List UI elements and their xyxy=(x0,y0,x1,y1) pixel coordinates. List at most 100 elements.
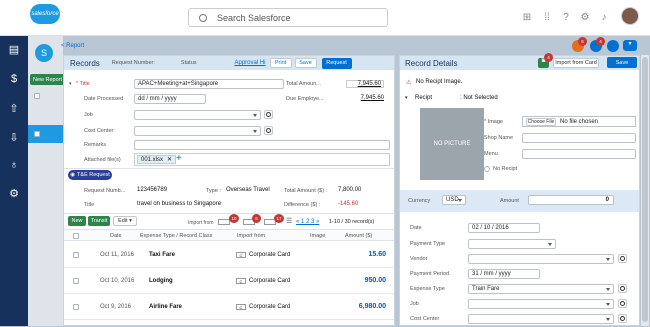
amount-field[interactable]: 0 xyxy=(528,195,614,205)
choose-file-button[interactable]: Choose File xyxy=(526,117,556,126)
settings-icon[interactable]: ⚙ xyxy=(6,186,22,200)
due-employee-value: 7,945.60 xyxy=(360,95,384,101)
remove-file-icon[interactable]: ✕ xyxy=(167,156,172,163)
search-icon xyxy=(199,13,207,22)
shop-name-field[interactable] xyxy=(522,133,636,143)
receipt-collapse-icon[interactable]: ▾ xyxy=(405,95,408,101)
table-row[interactable]: Oct 9, 2016 Airline Fare C Corporate Card… xyxy=(64,294,394,320)
left-nav: ☰ ▤ $ ⇧ ⇩ ♁ ⚙ xyxy=(0,0,28,326)
import-from-card-button[interactable]: Import from Card xyxy=(553,58,599,68)
cost-center-select[interactable] xyxy=(134,126,261,136)
avatar[interactable] xyxy=(621,7,639,25)
table-row[interactable]: Oct 10, 2016 Lodging C Corporate Card 950… xyxy=(64,268,394,294)
new-record-button[interactable]: New xyxy=(68,216,86,226)
import-source: C Corporate Card xyxy=(236,304,290,310)
row-checkbox[interactable] xyxy=(73,252,79,258)
te-request-badge: ◉ T&E Request xyxy=(68,170,112,180)
currency-select[interactable]: USD xyxy=(442,195,466,205)
image-label: * Image xyxy=(484,119,503,125)
vendor-lookup-icon[interactable] xyxy=(618,254,627,263)
remarks-field[interactable] xyxy=(134,140,390,150)
details-save-button[interactable]: Save xyxy=(607,57,637,68)
new-report-button[interactable]: New Report xyxy=(30,74,66,85)
global-header: salesforce Search Salesforce ⊞ ⁞⁞ ? ⚙ ♪ xyxy=(0,0,650,36)
type-value: Overseas Travel xyxy=(226,187,270,193)
setup-gear-icon[interactable]: ⚙ xyxy=(579,11,591,23)
date-processed-field[interactable]: dd / mm / yyyy xyxy=(134,94,206,104)
save-button[interactable]: Save xyxy=(294,58,317,68)
details-cost-center-lookup-icon[interactable] xyxy=(618,314,627,323)
money-bag-icon[interactable]: ♁ xyxy=(6,158,22,172)
add-icon[interactable]: ⊞ xyxy=(521,11,533,23)
difference-value: -145.60 xyxy=(338,201,359,207)
divider xyxy=(64,168,394,169)
details-job-select[interactable] xyxy=(468,299,614,309)
expense-type-lookup-icon[interactable] xyxy=(618,284,627,293)
collapse-icon[interactable]: ▾ xyxy=(69,81,72,87)
request-number-value: 123456789 xyxy=(137,187,168,193)
table-row[interactable]: Oct 11, 2016 Taxi Fare C Corporate Card 1… xyxy=(64,242,394,268)
job-select[interactable] xyxy=(134,110,261,120)
pagination[interactable]: « 1 2 3 » xyxy=(296,219,319,225)
records-title: Records xyxy=(70,58,100,68)
job-lookup-icon[interactable] xyxy=(264,110,273,119)
te-icon: ◉ xyxy=(70,172,76,178)
records-panel: Records Request Number: Status Approval … xyxy=(63,55,395,326)
transit-button[interactable]: Transit xyxy=(88,216,110,226)
title2-value: travel on business to Singapore xyxy=(137,201,222,207)
user-icon[interactable] xyxy=(607,40,619,52)
more-dropdown-icon[interactable]: ▾ xyxy=(623,40,637,51)
expense-type-select[interactable]: Train Fare xyxy=(468,284,614,294)
back-to-report-link[interactable]: < Report xyxy=(61,43,84,49)
no-receipt-checkbox[interactable] xyxy=(484,166,490,172)
details-cost-center-select[interactable] xyxy=(468,314,614,324)
bg-checkbox[interactable] xyxy=(34,93,40,99)
home-icon[interactable]: ▤ xyxy=(6,42,22,56)
row-checkbox[interactable] xyxy=(73,304,79,310)
vendor-select[interactable] xyxy=(468,254,614,264)
request-button[interactable]: Request xyxy=(321,57,352,69)
divider-2 xyxy=(64,213,394,214)
edit-dropdown[interactable]: Edit ▾ xyxy=(113,216,137,226)
list-view-icon[interactable]: ☰ xyxy=(286,217,292,225)
alert-badge: 6 xyxy=(578,37,587,46)
import-card-icon[interactable] xyxy=(218,219,230,225)
payment-period-field[interactable]: 31 / mm / yyyy xyxy=(468,269,540,279)
total-amount-value: 7,945.60 xyxy=(346,80,384,88)
record-range: 1-10 / 30 record(s) xyxy=(329,219,375,225)
date-field[interactable]: 02 / 10 / 2016 xyxy=(468,223,540,233)
receipt-status: : Not Selected xyxy=(460,95,498,101)
payment-type-select[interactable] xyxy=(468,239,556,249)
card-icon: C xyxy=(236,252,246,258)
print-button[interactable]: Print xyxy=(269,58,292,68)
upload-icon[interactable]: ⇧ xyxy=(6,101,22,115)
search-input[interactable]: Search Salesforce xyxy=(188,8,388,27)
app-launcher-icon[interactable]: ⁞⁞ xyxy=(541,11,553,23)
warning-icon: ⚠ xyxy=(406,80,412,86)
add-file-icon[interactable]: + xyxy=(176,153,182,164)
details-job-lookup-icon[interactable] xyxy=(618,299,627,308)
approval-history-link[interactable]: Approval Hi xyxy=(235,60,266,66)
salesforce-logo: salesforce xyxy=(30,4,60,24)
app-icon: S xyxy=(35,44,53,62)
menu-field[interactable] xyxy=(522,149,636,159)
title-field[interactable]: APAC+Meeting+at+Singapore xyxy=(134,79,284,89)
image-file-input[interactable]: Choose File No file chosen xyxy=(522,116,636,127)
scrollbar[interactable] xyxy=(641,55,649,326)
card-icon: C xyxy=(236,304,246,310)
cost-center-lookup-icon[interactable] xyxy=(264,126,273,135)
details-title: Record Details xyxy=(405,59,458,68)
notification-bell-icon[interactable]: ♪ xyxy=(598,11,610,23)
download-icon[interactable]: ⇩ xyxy=(6,130,22,144)
import-source: C Corporate Card xyxy=(236,252,290,258)
select-all-checkbox[interactable] xyxy=(73,233,79,239)
dollar-icon[interactable]: $ xyxy=(6,72,22,86)
camera-badge: 4 xyxy=(544,53,553,62)
help-icon[interactable]: ? xyxy=(560,11,572,23)
bg-row-checkbox[interactable] xyxy=(34,131,40,137)
attached-file-chip[interactable]: 001.xlsx ✕ xyxy=(137,155,177,164)
import-source: C Corporate Card xyxy=(236,278,290,284)
import-card-badge: 10 xyxy=(229,214,239,223)
table-header: Date Expense Type / Record Class Import … xyxy=(64,229,394,241)
row-checkbox[interactable] xyxy=(73,278,79,284)
